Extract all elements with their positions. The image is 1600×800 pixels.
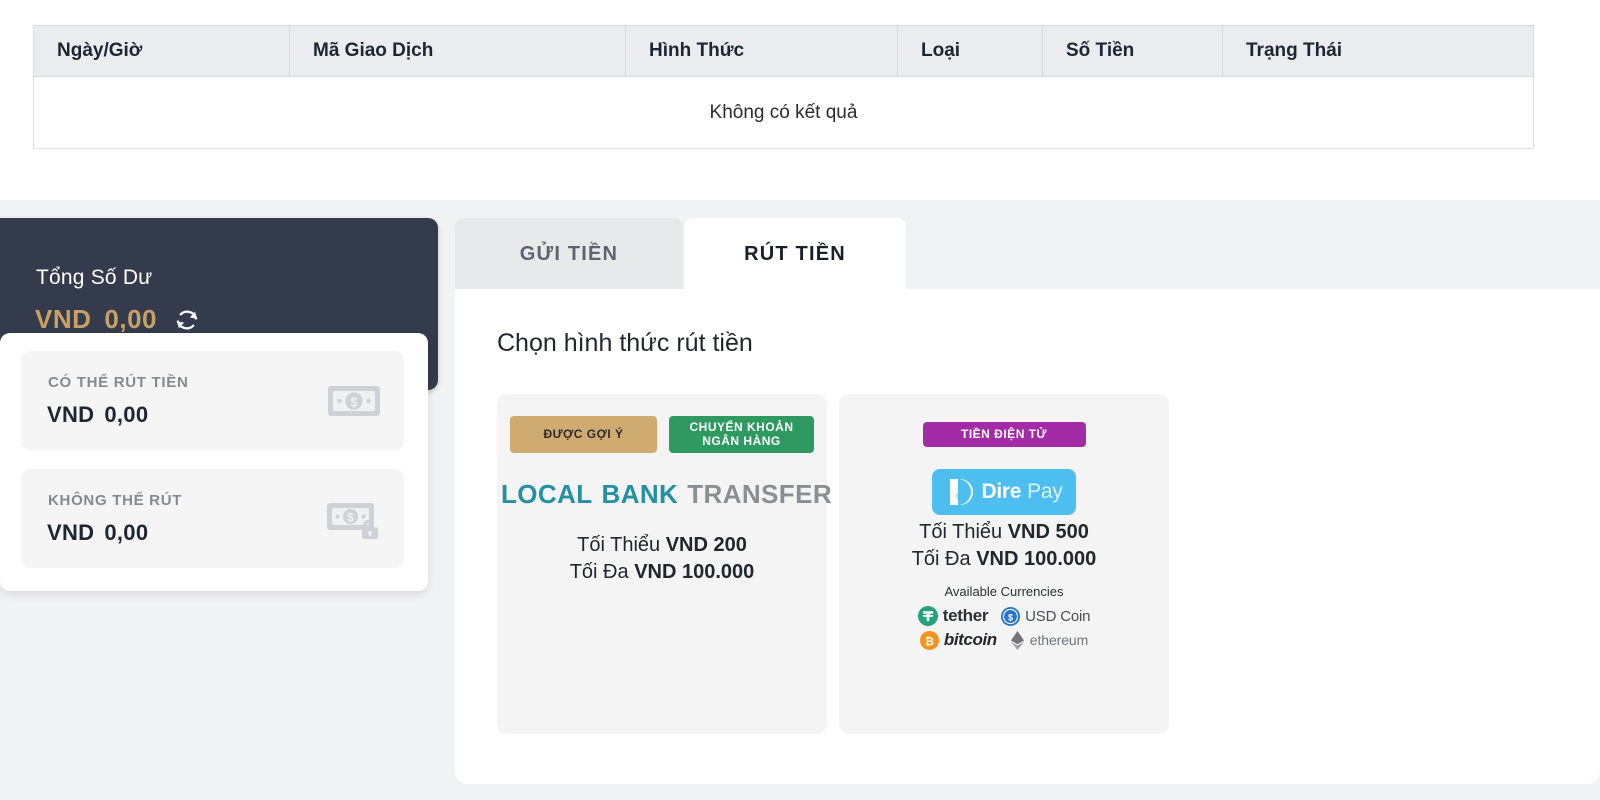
badge-recommended: ĐƯỢC GỢI Ý xyxy=(510,416,657,453)
badge-row: TIỀN ĐIỆN TỬ xyxy=(839,416,1169,447)
currency-ethereum: ethereum xyxy=(1010,630,1089,650)
svg-text:$: $ xyxy=(347,511,354,525)
badge-bank-line2: NGÂN HÀNG xyxy=(702,433,781,448)
banknote-icon: $ xyxy=(328,386,380,416)
total-balance-amount: VND 0,00 xyxy=(35,304,200,335)
available-currencies-label: Available Currencies xyxy=(944,584,1064,599)
direpay-icon xyxy=(949,479,973,505)
bank-logo-word-local: LOCAL xyxy=(500,479,593,509)
badge-row: ĐƯỢC GỢI Ý CHUYỂN KHOẢN NGÂN HÀNG xyxy=(497,416,827,453)
crypto-min-limit: Tối Thiểu VND 500 xyxy=(839,519,1169,546)
bank-logo-word-transfer: TRANSFER xyxy=(687,479,833,509)
currency-name-tether: tether xyxy=(942,606,989,625)
bank-min-limit: Tối Thiểu VND 200 xyxy=(497,532,827,559)
column-header-method[interactable]: Hình Thức xyxy=(625,25,898,77)
balance-item-withdrawable: CÓ THỂ RÚT TIỀN VND 0,00 $ xyxy=(21,351,404,450)
balance-item-label: KHÔNG THỂ RÚT xyxy=(48,492,183,509)
empty-results-message: Không có kết quả xyxy=(33,76,1534,149)
bank-max-limit: Tối Đa VND 100.000 xyxy=(497,559,827,586)
crypto-max-label: Tối Đa xyxy=(911,547,971,570)
balance-item-currency: VND xyxy=(47,402,95,427)
transactions-table: Ngày/Giờ Mã Giao Dịch Hình Thức Loại Số … xyxy=(33,25,1534,149)
crypto-max-limit: Tối Đa VND 100.000 xyxy=(839,546,1169,573)
balance-item-currency: VND xyxy=(47,520,95,545)
panel-heading: Chọn hình thức rút tiền xyxy=(497,329,753,357)
balance-item-label: CÓ THỂ RÚT TIỀN xyxy=(48,374,189,391)
bitcoin-icon: ₿ xyxy=(919,630,939,650)
currency-row-top: tether $ USD Coin xyxy=(839,606,1169,626)
balance-item-non-withdrawable: KHÔNG THỂ RÚT VND 0,00 $ xyxy=(21,469,404,568)
total-balance-currency: VND xyxy=(35,304,92,334)
badge-bank-line1: CHUYỂN KHOẢN xyxy=(689,419,794,434)
balance-item-amount: VND 0,00 xyxy=(47,402,148,428)
tab-deposit[interactable]: GỬI TIỀN xyxy=(455,218,683,290)
currency-name-bitcoin: bitcoin xyxy=(943,630,997,649)
balance-item-value: 0,00 xyxy=(104,402,149,427)
currency-usdcoin: $ USD Coin xyxy=(1001,606,1091,626)
tab-withdraw[interactable]: RÚT TIỀN xyxy=(684,218,906,290)
bank-max-value: VND 100.000 xyxy=(634,560,755,583)
column-header-status[interactable]: Trạng Thái xyxy=(1222,25,1534,77)
badge-bank-transfer: CHUYỂN KHOẢN NGÂN HÀNG xyxy=(669,416,814,453)
banknote-lock-icon: $ xyxy=(327,503,378,539)
bank-max-label: Tối Đa xyxy=(569,560,629,583)
local-bank-transfer-logo: LOCAL BANK TRANSFER xyxy=(497,479,832,510)
method-card-local-bank-transfer[interactable]: ĐƯỢC GỢI Ý CHUYỂN KHOẢN NGÂN HÀNG LOCAL … xyxy=(497,394,832,734)
balance-breakdown-card: CÓ THỂ RÚT TIỀN VND 0,00 $ KHÔNG THỂ RÚT … xyxy=(0,333,428,591)
balance-item-value: 0,00 xyxy=(104,520,149,545)
currency-row-bottom: ₿ bitcoin ethereum xyxy=(839,630,1169,650)
crypto-limits: Tối Thiểu VND 500 Tối Đa VND 100.000 xyxy=(839,519,1169,572)
available-currencies: Available Currencies tether $ USD Coin ₿… xyxy=(839,584,1169,650)
badge-cryptocurrency: TIỀN ĐIỆN TỬ xyxy=(922,422,1086,447)
tether-icon xyxy=(917,606,938,626)
direpay-logo: Dire Pay xyxy=(839,469,1169,515)
column-header-datetime[interactable]: Ngày/Giờ xyxy=(33,25,290,77)
table-empty-row: Không có kết quả xyxy=(33,76,1534,149)
ethereum-icon xyxy=(1010,630,1024,650)
transactions-section: Ngày/Giờ Mã Giao Dịch Hình Thức Loại Số … xyxy=(0,0,1600,200)
bank-limits: Tối Thiểu VND 200 Tối Đa VND 100.000 xyxy=(497,532,827,585)
crypto-min-label: Tối Thiểu xyxy=(919,521,1003,543)
bank-min-label: Tối Thiểu xyxy=(577,534,661,556)
currency-bitcoin: ₿ bitcoin xyxy=(919,630,997,650)
bank-logo-word-bank: BANK xyxy=(601,479,679,509)
wallet-section: Tổng Số Dư VND 0,00 CÓ THỂ RÚT TIỀN VND 0… xyxy=(0,200,1600,800)
panel-tabs: GỬI TIỀN RÚT TIỀN xyxy=(455,218,1600,290)
currency-name-ethereum: ethereum xyxy=(1029,632,1089,648)
total-balance-value: 0,00 xyxy=(104,304,158,334)
direpay-word-dire: Dire xyxy=(981,480,1022,503)
crypto-max-value: VND 100.000 xyxy=(976,547,1097,570)
direpay-logo-box: Dire Pay xyxy=(932,469,1076,515)
column-header-amount[interactable]: Số Tiền xyxy=(1042,25,1223,77)
panel-body: Chọn hình thức rút tiền ĐƯỢC GỢI Ý CHUYỂ… xyxy=(455,289,1600,784)
usdcoin-icon: $ xyxy=(1001,606,1021,626)
svg-text:$: $ xyxy=(350,395,358,410)
method-card-direpay-crypto[interactable]: TIỀN ĐIỆN TỬ Dire Pay Tối Thiểu VND 500 … xyxy=(839,394,1169,734)
crypto-min-value: VND 500 xyxy=(1007,521,1089,543)
total-balance-label: Tổng Số Dư xyxy=(36,266,153,289)
transaction-panel: GỬI TIỀN RÚT TIỀN Chọn hình thức rút tiề… xyxy=(455,200,1600,800)
refresh-icon[interactable] xyxy=(174,307,200,333)
bank-min-value: VND 200 xyxy=(665,534,747,556)
balance-item-amount: VND 0,00 xyxy=(47,520,148,546)
table-header-row: Ngày/Giờ Mã Giao Dịch Hình Thức Loại Số … xyxy=(33,25,1534,77)
direpay-word-pay: Pay xyxy=(1027,480,1063,503)
currency-tether: tether xyxy=(917,606,989,626)
currency-name-usdcoin: USD Coin xyxy=(1025,607,1091,625)
svg-text:$: $ xyxy=(1008,612,1013,622)
column-header-txid[interactable]: Mã Giao Dịch xyxy=(289,25,626,77)
svg-text:₿: ₿ xyxy=(925,635,934,647)
column-header-type[interactable]: Loại xyxy=(897,25,1043,77)
